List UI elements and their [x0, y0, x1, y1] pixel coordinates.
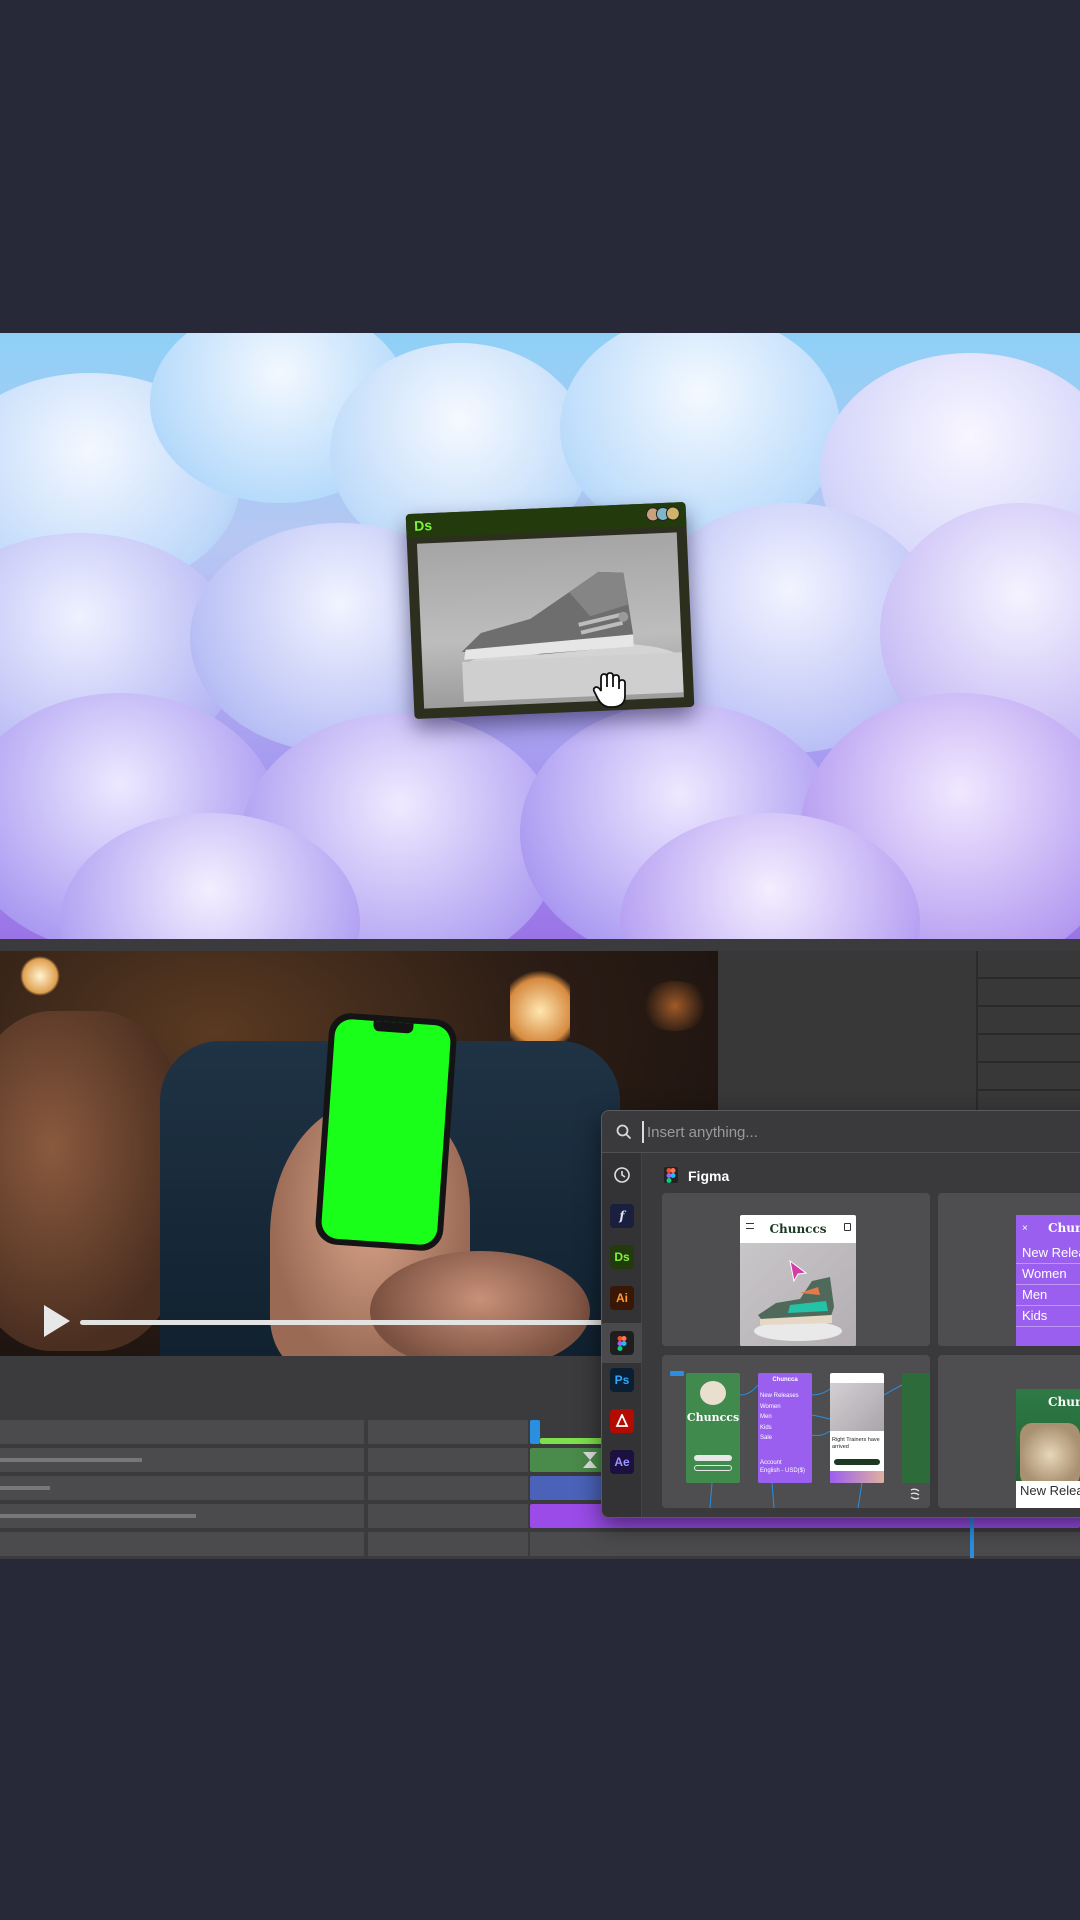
quick-insert-popup: f Ds Ai Ps Ae Figma Chunccs: [601, 1110, 1080, 1518]
search-input[interactable]: [642, 1121, 1042, 1143]
hand-cursor-icon: [592, 672, 626, 708]
section-title: Figma: [688, 1168, 730, 1184]
photoshop-icon[interactable]: Ps: [610, 1368, 634, 1392]
menu-screen-thumbnail: × Chunc New Relea Women Men Kids: [1016, 1215, 1080, 1346]
collaborator-avatars: [645, 506, 681, 522]
figma-icon[interactable]: [610, 1331, 634, 1355]
prototype-connections: [709, 1384, 903, 1508]
acrobat-icon[interactable]: [610, 1409, 634, 1433]
sneaker-image: [461, 571, 684, 702]
menu-item: Kids: [1016, 1306, 1080, 1327]
figma-card[interactable]: Chunc New Releas: [938, 1355, 1080, 1508]
product-screen-thumbnail: Chunc New Releas: [1016, 1389, 1080, 1508]
figma-section-icon: [664, 1167, 678, 1183]
app-stage: Ds Insert anything... f Ds Ai Ps Ae Figm…: [0, 0, 1080, 1920]
properties-rows: [976, 951, 1080, 1121]
dimension-window[interactable]: Ds: [405, 501, 695, 720]
ds-app-badge: Ds: [413, 517, 433, 534]
aftereffects-icon[interactable]: Ae: [610, 1450, 634, 1474]
dimension-icon[interactable]: Ds: [610, 1245, 634, 1269]
search-icon: [616, 1124, 632, 1140]
figma-card[interactable]: × Chunc New Relea Women Men Kids: [938, 1193, 1080, 1346]
fonts-icon[interactable]: f: [610, 1204, 634, 1228]
search-bar: [602, 1111, 1080, 1153]
source-rail: f Ds Ai Ps Ae: [602, 1153, 642, 1517]
menu-item: Women: [1016, 1264, 1080, 1285]
menu-item: New Relea: [1016, 1243, 1080, 1264]
playhead[interactable]: [970, 1518, 974, 1558]
timeline-track[interactable]: [0, 1532, 1080, 1556]
avatar: [665, 506, 681, 521]
figma-card[interactable]: Chunccs: [662, 1193, 930, 1346]
illustrator-icon[interactable]: Ai: [610, 1286, 634, 1310]
app-screen-thumbnail: Chunccs: [740, 1215, 856, 1346]
figma-card[interactable]: Chunccs Chuncca New Releases Women Men K…: [662, 1355, 930, 1508]
play-icon[interactable]: [44, 1305, 70, 1337]
sneaker-render[interactable]: [416, 532, 684, 709]
transition-icon: [583, 1452, 597, 1468]
collaborator-cursor-icon: [789, 1259, 808, 1283]
recent-icon[interactable]: [610, 1163, 634, 1187]
brand-logo: Chunccs: [769, 1222, 827, 1236]
phone-green-screen: [314, 1011, 458, 1253]
prototype-link-icon: [910, 1488, 920, 1500]
video-progress-bar[interactable]: [80, 1320, 610, 1325]
menu-item: Men: [1016, 1285, 1080, 1306]
